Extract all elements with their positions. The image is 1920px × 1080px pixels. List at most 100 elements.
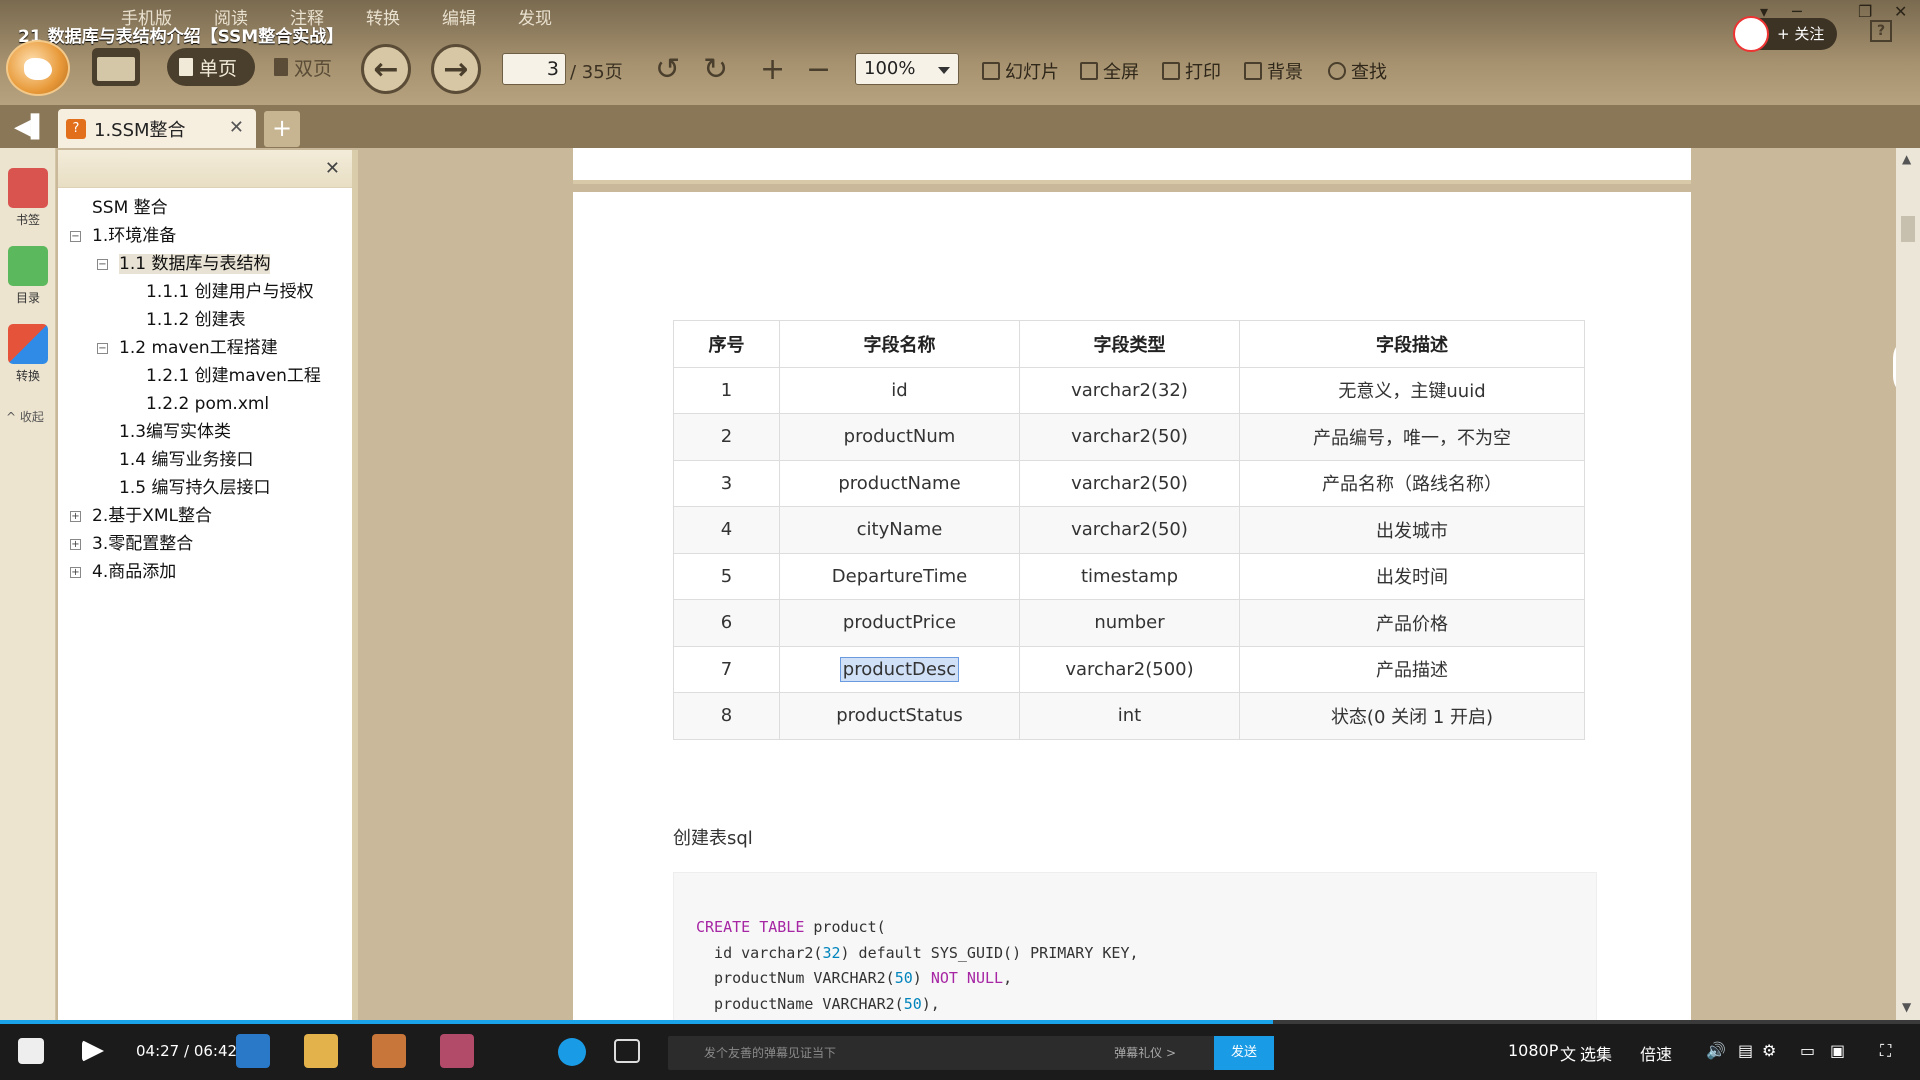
fullscreen-button[interactable]: 全屏	[1080, 58, 1139, 84]
cc-icon[interactable]: ▤	[1738, 1041, 1753, 1060]
outline-item[interactable]: −1.2 maven工程搭建	[58, 334, 352, 362]
expand-toggle-icon[interactable]: +	[70, 511, 81, 522]
collapse-toggle-icon[interactable]: −	[97, 259, 108, 270]
table-cell-selected[interactable]: productDesc	[779, 645, 1020, 693]
outline-item[interactable]: −1.环境准备	[58, 222, 352, 250]
minimize-icon[interactable]: ─	[1792, 2, 1802, 21]
selected-text[interactable]: productDesc	[839, 656, 960, 682]
expand-toggle-icon[interactable]: +	[70, 539, 81, 550]
rail-collapse[interactable]: ^ 收起	[6, 408, 44, 425]
prev-page-button[interactable]: ←	[361, 44, 411, 94]
volume-icon[interactable]: 🔊	[1706, 1041, 1726, 1060]
outline-item[interactable]: SSM 整合	[58, 194, 352, 222]
print-button[interactable]: 打印	[1162, 58, 1221, 84]
page-number-input[interactable]: 3	[502, 53, 566, 85]
menu-convert[interactable]: 转换	[345, 2, 421, 29]
outline-item[interactable]: 1.2.2 pom.xml	[58, 390, 352, 418]
start-icon[interactable]	[18, 1038, 44, 1064]
reader-app-icon[interactable]	[372, 1034, 406, 1068]
code-block: CREATE TABLE product( id varchar2(32) de…	[673, 872, 1597, 1020]
menu-discover[interactable]: 发现	[497, 2, 573, 29]
folder-icon[interactable]	[304, 1034, 338, 1068]
rail-bookmark[interactable]: 书签	[6, 168, 50, 228]
outline-item[interactable]: +4.商品添加	[58, 558, 352, 586]
outline-item[interactable]: 1.1.2 创建表	[58, 306, 352, 334]
sidebar-toggle-icon[interactable]: ◀▌	[14, 115, 48, 140]
close-icon[interactable]: ✕	[325, 158, 340, 179]
table-cell: varchar2(50)	[1019, 459, 1240, 507]
zoom-select[interactable]: 100%	[855, 53, 959, 85]
play-icon[interactable]	[82, 1040, 104, 1062]
danmu-input[interactable]: 发个友善的弹幕见证当下 弹幕礼仪 > 发送	[668, 1036, 1274, 1070]
player-taskbar: 04:27 / 06:42 发个友善的弹幕见证当下 弹幕礼仪 > 发送 1080…	[0, 1024, 1920, 1080]
document-viewport[interactable]: 序号 字段名称 字段类型 字段描述 1 id varchar2(32) 无意义，…	[364, 148, 1896, 1020]
outline-item[interactable]: +2.基于XML整合	[58, 502, 352, 530]
new-tab-button[interactable]: +	[264, 111, 300, 147]
find-button[interactable]: 查找	[1328, 58, 1387, 84]
widescreen-icon[interactable]: ▣	[1830, 1041, 1845, 1060]
collapse-toggle-icon[interactable]: −	[97, 343, 108, 354]
outline-item[interactable]: 1.2.1 创建maven工程	[58, 362, 352, 390]
zoom-out-icon[interactable]: −	[806, 52, 831, 87]
arrow-left-icon: ←	[373, 51, 399, 87]
rail-convert[interactable]: 转换	[6, 324, 50, 384]
outline-item[interactable]: 1.4 编写业务接口	[58, 446, 352, 474]
db-app-icon[interactable]	[440, 1034, 474, 1068]
open-folder-button[interactable]	[92, 48, 140, 86]
table-cell: varchar2(50)	[1019, 506, 1240, 554]
help-icon[interactable]: ?	[1870, 20, 1892, 42]
folder-icon	[97, 57, 135, 81]
outline-item[interactable]: 1.5 编写持久层接口	[58, 474, 352, 502]
expand-toggle-icon[interactable]: +	[70, 567, 81, 578]
table-cell: 4	[673, 506, 780, 554]
rail-toc[interactable]: 目录	[6, 246, 50, 306]
tab-label: 1.SSM整合	[94, 119, 186, 141]
avatar[interactable]	[1733, 16, 1769, 52]
app-icon[interactable]	[236, 1034, 270, 1068]
tab-document[interactable]: ? 1.SSM整合 ✕	[58, 109, 256, 148]
pip-icon[interactable]: ▭	[1800, 1041, 1815, 1060]
dropdown-icon[interactable]: ▾	[1760, 2, 1768, 21]
scroll-up-icon[interactable]: ▲	[1902, 152, 1911, 166]
fullscreen-icon[interactable]: ⛶	[1880, 1041, 1891, 1061]
rotate-left-icon[interactable]: ↺	[655, 52, 680, 87]
danmu-settings-icon[interactable]	[614, 1039, 640, 1063]
danmu-etiquette-link[interactable]: 弹幕礼仪 >	[1114, 1036, 1176, 1070]
restore-icon[interactable]: ❐	[1858, 2, 1872, 21]
tab-close-icon[interactable]: ✕	[229, 117, 244, 138]
scrollbar-thumb[interactable]	[1901, 216, 1915, 242]
subtitle-button[interactable]: 文	[1560, 1041, 1576, 1065]
outline-item[interactable]: 1.1.1 创建用户与授权	[58, 278, 352, 306]
danmu-toggle-icon[interactable]	[558, 1038, 586, 1066]
page-total: / 35页	[570, 62, 623, 83]
code-line: productName VARCHAR2(50),	[696, 994, 940, 1013]
outline-item[interactable]: +3.零配置整合	[58, 530, 352, 558]
scroll-down-icon[interactable]: ▼	[1902, 1000, 1911, 1014]
app-logo[interactable]	[6, 40, 70, 96]
fullscreen-label: 全屏	[1103, 62, 1139, 83]
rotate-right-icon[interactable]: ↻	[703, 52, 728, 87]
double-page-button[interactable]: 双页	[262, 48, 348, 86]
next-page-button[interactable]: →	[431, 44, 481, 94]
outline-item[interactable]: 1.3编写实体类	[58, 418, 352, 446]
fullscreen-icon	[1080, 62, 1098, 80]
printer-icon	[1162, 62, 1180, 80]
episode-button[interactable]: 选集	[1580, 1041, 1612, 1065]
header-cell: 字段描述	[1239, 320, 1585, 368]
vertical-scrollbar[interactable]: ▲ ▼	[1896, 148, 1920, 1020]
outline-item-selected[interactable]: −1.1 数据库与表结构	[58, 250, 352, 278]
code-line: productNum VARCHAR2(50) NOT NULL,	[696, 969, 1013, 987]
quality-button[interactable]: 1080P	[1508, 1041, 1558, 1060]
gear-icon[interactable]: ⚙	[1762, 1041, 1776, 1060]
speed-button[interactable]: 倍速	[1640, 1041, 1672, 1065]
single-page-button[interactable]: 单页	[167, 48, 255, 86]
menu-edit[interactable]: 编辑	[421, 2, 497, 29]
collapse-toggle-icon[interactable]: −	[70, 231, 81, 242]
zoom-in-icon[interactable]: +	[760, 52, 785, 87]
table-row: 3 productName varchar2(50) 产品名称（路线名称）	[673, 459, 1585, 507]
slideshow-button[interactable]: 幻灯片	[982, 58, 1059, 84]
close-icon[interactable]: ✕	[1894, 2, 1907, 21]
background-button[interactable]: 背景	[1244, 58, 1303, 84]
sql-heading: 创建表sql	[673, 828, 753, 849]
send-button[interactable]: 发送	[1214, 1036, 1274, 1070]
